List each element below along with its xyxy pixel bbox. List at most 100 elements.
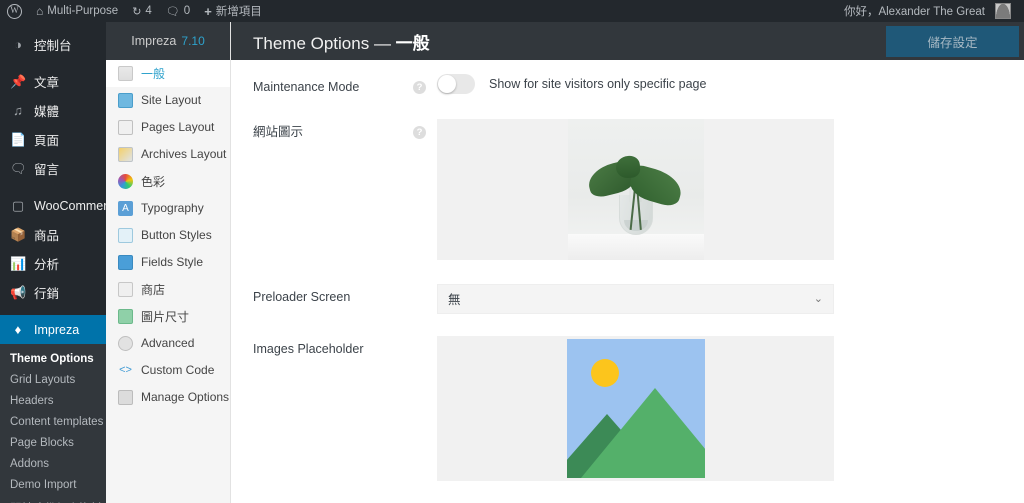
submenu-item-grid-layouts[interactable]: Grid Layouts xyxy=(0,369,106,390)
impreza-nav-advanced[interactable]: Advanced xyxy=(106,330,230,357)
field-row-site-icon: 網站圖示 ? xyxy=(231,97,1024,260)
sun-icon xyxy=(590,358,619,387)
shop-icon xyxy=(118,281,133,297)
product-icon: 📦 xyxy=(10,226,27,242)
maintenance-toggle-wrap: Show for site visitors only specific pag… xyxy=(437,74,1006,94)
new-item-menu[interactable]: + 新增項目 xyxy=(197,0,269,22)
field-row-preloader-screen: Preloader Screen 無 ⌄ xyxy=(231,260,1024,314)
comment-icon: 🗨 xyxy=(10,160,27,176)
site-name-label: Multi-Purpose xyxy=(47,5,119,17)
maintenance-mode-label: Maintenance Mode xyxy=(253,80,360,94)
impreza-nav-label: 圖片尺寸 xyxy=(141,309,190,324)
comments-menu[interactable]: 🗨 0 xyxy=(159,0,197,22)
impreza-nav-typography[interactable]: A Typography xyxy=(106,195,230,222)
sidebar-item-label: Impreza xyxy=(34,322,80,337)
impreza-nav-shop[interactable]: 商店 xyxy=(106,276,230,303)
impreza-nav-manage-options[interactable]: Manage Options xyxy=(106,384,230,411)
impreza-nav-image-sizes[interactable]: 圖片尺寸 xyxy=(106,303,230,330)
maintenance-mode-field: Show for site visitors only specific pag… xyxy=(437,74,1024,94)
maintenance-mode-help[interactable]: ? xyxy=(413,74,437,94)
wordpress-logo-menu[interactable] xyxy=(0,0,29,22)
image-sizes-icon xyxy=(118,308,133,324)
impreza-nav-label: Archives Layout xyxy=(141,147,227,161)
chevron-down-icon: ⌄ xyxy=(813,293,823,305)
maintenance-mode-toggle[interactable] xyxy=(437,74,475,94)
impreza-nav-custom-code[interactable]: <> Custom Code xyxy=(106,357,230,384)
site-icon-image xyxy=(567,118,704,260)
page-title-prefix: Theme Options — xyxy=(253,33,396,53)
marketing-icon: 📢 xyxy=(10,284,27,300)
images-placeholder-preview[interactable] xyxy=(437,335,834,481)
sidebar-item-label: 媒體 xyxy=(34,105,60,119)
sidebar-item-comments[interactable]: 🗨 留言 xyxy=(0,154,106,183)
sidebar-item-label: WooCommerce xyxy=(34,198,106,213)
impreza-nav-archives-layout[interactable]: Archives Layout xyxy=(106,141,230,168)
impreza-submenu: Theme Options Grid Layouts Headers Conte… xyxy=(0,344,106,503)
impreza-nav-label: Typography xyxy=(141,201,204,215)
new-item-label: 新增項目 xyxy=(215,6,262,18)
diamond-icon: ♦ xyxy=(14,322,22,337)
submenu-item-headers[interactable]: Headers xyxy=(0,390,106,411)
preloader-select[interactable]: 無 ⌄ xyxy=(437,283,834,314)
submenu-item-content-templates[interactable]: Content templates xyxy=(0,411,106,432)
impreza-nav-label: Advanced xyxy=(141,336,195,350)
sidebar-item-impreza[interactable]: ♦ Impreza xyxy=(0,315,106,344)
page-icon: 📄 xyxy=(10,131,27,147)
sidebar-item-posts[interactable]: 📌 文章 xyxy=(0,67,106,96)
impreza-nav-general[interactable]: 一般 xyxy=(106,60,230,87)
impreza-nav-pages-layout[interactable]: Pages Layout xyxy=(106,114,230,141)
submenu-item-theme-options[interactable]: Theme Options xyxy=(0,348,106,369)
impreza-nav-fields-style[interactable]: Fields Style xyxy=(106,249,230,276)
impreza-version-label: 7.10 xyxy=(181,34,205,48)
button-styles-icon xyxy=(118,227,133,243)
images-placeholder-field xyxy=(437,335,1024,481)
site-name-menu[interactable]: ⌂ Multi-Purpose xyxy=(29,0,125,22)
admin-screen: ⌂ Multi-Purpose ↻ 4 🗨 0 + 新增項目 你好，Alexan… xyxy=(0,0,1024,503)
refresh-icon: ↻ xyxy=(132,5,142,18)
sidebar-item-products[interactable]: 📦 商品 xyxy=(0,220,106,249)
admin-bar: ⌂ Multi-Purpose ↻ 4 🗨 0 + 新增項目 你好，Alexan… xyxy=(0,0,1024,22)
page-title: Theme Options — 一般 xyxy=(253,29,430,54)
sidebar-item-label: 行銷 xyxy=(34,287,60,301)
archives-layout-icon xyxy=(118,146,133,162)
analytics-icon: 📊 xyxy=(10,255,27,271)
impreza-nav-label: 一般 xyxy=(141,66,166,81)
media-icon: ♫ xyxy=(13,103,23,118)
site-layout-icon xyxy=(118,92,133,108)
impreza-nav-button-styles[interactable]: Button Styles xyxy=(106,222,230,249)
site-icon-help[interactable]: ? xyxy=(413,119,437,139)
sidebar-item-media[interactable]: ♫ 媒體 xyxy=(0,96,106,125)
site-icon-field xyxy=(437,118,1024,260)
preloader-selected-value: 無 xyxy=(448,293,461,307)
account-menu[interactable]: 你好，Alexander The Great xyxy=(837,0,1018,22)
sidebar-item-analytics[interactable]: 📊 分析 xyxy=(0,249,106,278)
sidebar-item-label: 分析 xyxy=(34,258,60,272)
impreza-nav-list: 一般 Site Layout Pages Layout Archives Lay… xyxy=(106,60,230,411)
submenu-item-page-blocks[interactable]: Page Blocks xyxy=(0,432,106,453)
comments-count: 0 xyxy=(183,5,191,17)
photo-leaf xyxy=(614,154,641,179)
impreza-nav-site-layout[interactable]: Site Layout xyxy=(106,87,230,114)
help-icon: ? xyxy=(413,125,426,139)
help-icon: ? xyxy=(413,81,426,94)
comment-icon: 🗨 xyxy=(165,5,180,18)
submenu-item-addons[interactable]: Addons xyxy=(0,453,106,474)
images-placeholder-label: Images Placeholder xyxy=(253,341,364,356)
advanced-icon xyxy=(118,335,133,351)
site-icon-preview[interactable] xyxy=(437,118,834,260)
sidebar-item-marketing[interactable]: 📢 行銷 xyxy=(0,278,106,307)
sidebar-item-woocommerce[interactable]: ▢ WooCommerce xyxy=(0,191,106,220)
impreza-nav-colors[interactable]: 色彩 xyxy=(106,168,230,195)
impreza-nav-label: Manage Options xyxy=(141,390,230,404)
submenu-item-privacy-info[interactable]: 關於這份個人資料 xyxy=(0,495,106,503)
menu-spacer-3 xyxy=(0,307,106,315)
submenu-item-demo-import[interactable]: Demo Import xyxy=(0,474,106,495)
updates-menu[interactable]: ↻ 4 xyxy=(125,0,159,22)
mountain-front-shape xyxy=(580,387,705,478)
preloader-help-spacer xyxy=(413,284,437,288)
sidebar-item-dashboard[interactable]: ◑ 控制台 xyxy=(0,30,106,59)
field-row-images-placeholder: Images Placeholder xyxy=(231,314,1024,481)
fields-style-icon xyxy=(118,254,133,270)
save-button[interactable]: 儲存設定 xyxy=(886,25,1019,57)
sidebar-item-pages[interactable]: 📄 頁面 xyxy=(0,125,106,154)
